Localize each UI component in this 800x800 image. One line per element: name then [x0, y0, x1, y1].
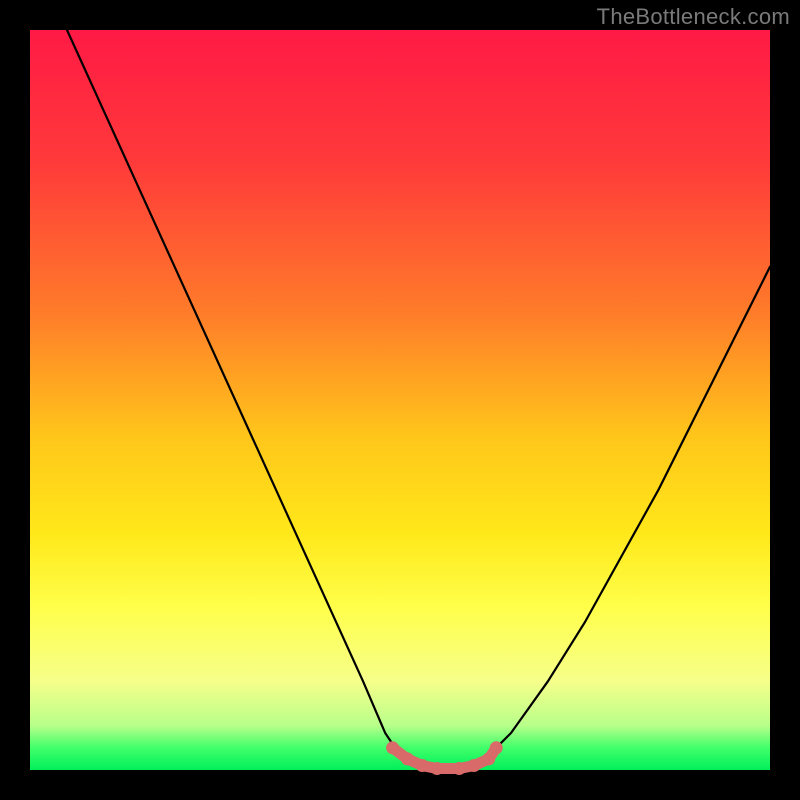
- valley-dot: [386, 741, 399, 754]
- watermark-text: TheBottleneck.com: [597, 4, 790, 30]
- valley-dot: [431, 762, 444, 775]
- valley-dot: [453, 762, 466, 775]
- valley-dot: [482, 752, 495, 765]
- curve-svg: [30, 30, 770, 770]
- gradient-plot-area: [30, 30, 770, 770]
- valley-dot: [468, 759, 481, 772]
- valley-dot: [401, 752, 414, 765]
- chart-frame: TheBottleneck.com: [0, 0, 800, 800]
- valley-dot: [490, 741, 503, 754]
- valley-dot: [416, 759, 429, 772]
- main-curve-line: [67, 30, 770, 770]
